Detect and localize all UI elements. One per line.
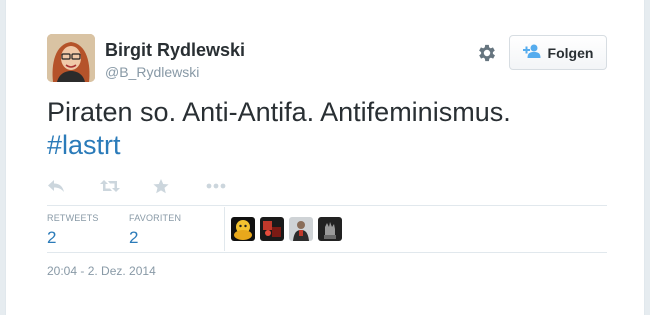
favorites-label: FAVORITEN <box>129 213 182 223</box>
tweet-timestamp[interactable]: 20:04 - 2. Dez. 2014 <box>47 264 156 278</box>
follow-button-label: Folgen <box>547 44 594 61</box>
author-avatar[interactable] <box>47 34 95 82</box>
gear-icon[interactable] <box>476 42 498 64</box>
tweet-card: Birgit Rydlewski @B_Rydlewski Folgen Pir… <box>5 0 645 315</box>
favoriter-avatar-3[interactable] <box>289 217 313 241</box>
tweet-text: Piraten so. Anti-Antifa. Antifeminismus.… <box>47 96 627 162</box>
more-icon[interactable] <box>206 176 259 196</box>
author-screenname[interactable]: @B_Rydlewski <box>105 64 199 80</box>
favoriter-avatar-4[interactable] <box>318 217 342 241</box>
follow-button[interactable]: Folgen <box>509 35 607 70</box>
retweets-label: RETWEETS <box>47 213 99 223</box>
favorites-stat[interactable]: FAVORITEN 2 <box>129 213 181 248</box>
add-user-icon <box>522 44 541 61</box>
retweets-stat[interactable]: RETWEETS 2 <box>47 213 99 248</box>
tweet-stats: RETWEETS 2 FAVORITEN 2 <box>47 205 607 253</box>
hashtag-link[interactable]: #lastrt <box>47 130 121 160</box>
tweet-body: Piraten so. Anti-Antifa. Antifeminismus. <box>47 97 511 127</box>
stats-divider <box>224 207 225 251</box>
favorites-count: 2 <box>129 228 139 247</box>
reply-icon[interactable] <box>47 176 100 196</box>
favoriter-avatar-1[interactable] <box>231 217 255 241</box>
favoriters-list <box>231 217 342 241</box>
tweet-actions <box>47 176 259 196</box>
favoriter-avatar-2[interactable] <box>260 217 284 241</box>
author-fullname[interactable]: Birgit Rydlewski <box>105 40 245 61</box>
retweets-count: 2 <box>47 228 57 247</box>
retweet-icon[interactable] <box>100 176 153 196</box>
favorite-icon[interactable] <box>153 176 206 196</box>
